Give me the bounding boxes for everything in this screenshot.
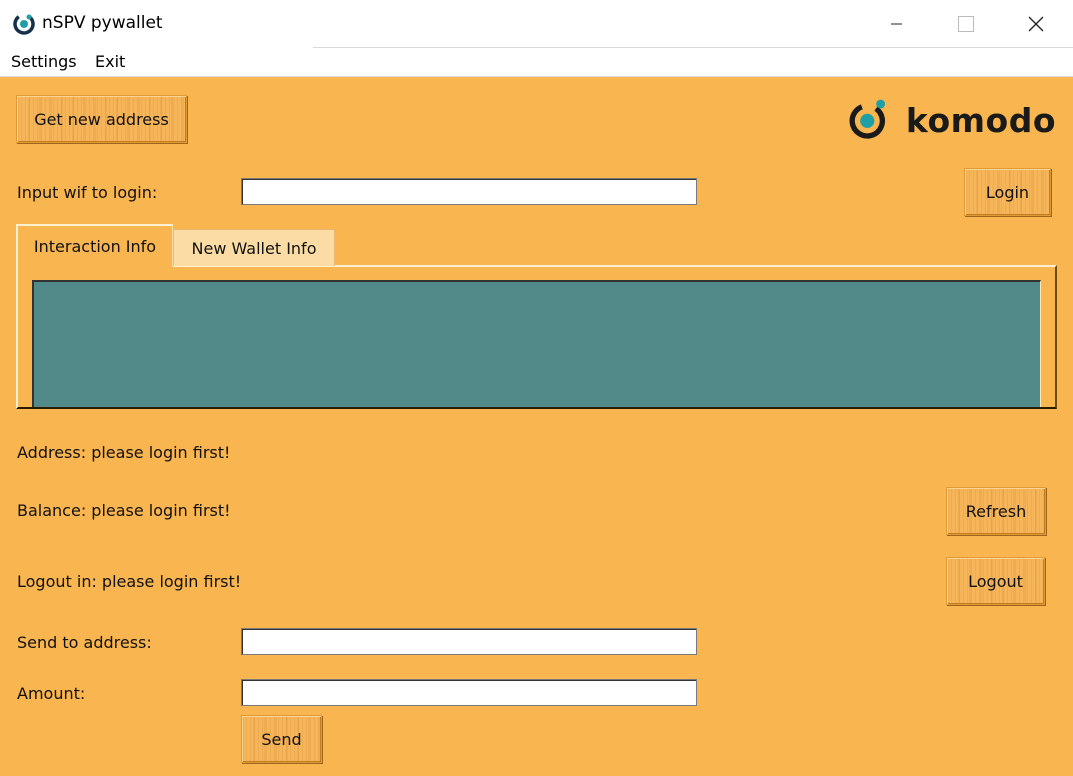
get-new-address-button[interactable]: Get new address <box>16 95 187 143</box>
komodo-logo: komodo <box>846 94 1056 146</box>
menu-divider <box>313 47 1073 48</box>
close-button[interactable] <box>1013 0 1059 48</box>
address-status: Address: please login first! <box>17 443 231 462</box>
window-title: nSPV pywallet <box>42 13 163 33</box>
maximize-button[interactable] <box>943 0 989 48</box>
amount-input[interactable] <box>241 679 697 706</box>
send-to-address-input[interactable] <box>241 628 697 655</box>
komodo-logo-text: komodo <box>905 100 1056 140</box>
wif-input[interactable] <box>241 178 697 205</box>
minimize-icon <box>891 23 902 25</box>
menu-settings[interactable]: Settings <box>11 52 77 71</box>
refresh-button[interactable]: Refresh <box>946 487 1046 535</box>
balance-status: Balance: please login first! <box>17 501 231 520</box>
send-to-address-label: Send to address: <box>17 633 152 652</box>
komodo-brand-icon <box>849 99 886 139</box>
amount-label: Amount: <box>17 684 86 703</box>
tab-interaction-info[interactable]: Interaction Info <box>16 224 173 267</box>
send-button[interactable]: Send <box>241 715 322 763</box>
menu-bar <box>0 48 1073 77</box>
close-icon <box>1028 16 1044 32</box>
interaction-info-textbox[interactable] <box>32 280 1041 407</box>
tab-new-wallet-info[interactable]: New Wallet Info <box>173 229 335 266</box>
logout-timer-status: Logout in: please login first! <box>17 572 242 591</box>
logout-button[interactable]: Logout <box>946 557 1045 605</box>
menu-exit[interactable]: Exit <box>95 52 125 71</box>
minimize-button[interactable] <box>874 0 920 48</box>
wif-label: Input wif to login: <box>17 183 158 202</box>
maximize-icon <box>958 16 974 32</box>
komodo-logo-icon <box>13 13 35 35</box>
login-button[interactable]: Login <box>964 168 1051 216</box>
